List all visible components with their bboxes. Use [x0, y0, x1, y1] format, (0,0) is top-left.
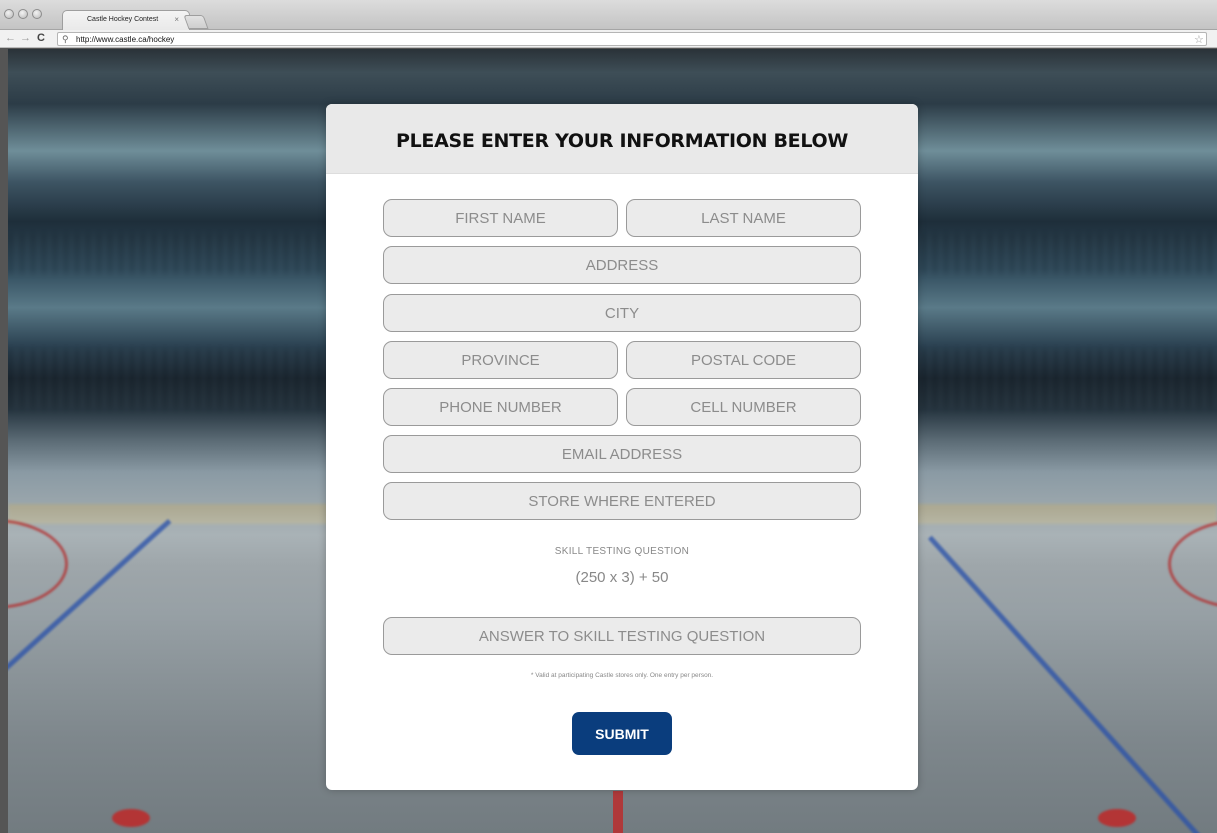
contest-entry-form: PLEASE ENTER YOUR INFORMATION BELOW SKIL… [326, 104, 918, 790]
skill-answer-field[interactable] [383, 617, 861, 655]
center-red-line [613, 791, 623, 833]
faceoff-circle-left [8, 519, 68, 609]
skill-testing-question: (250 x 3) + 50 [575, 569, 669, 586]
browser-window: Castle Hockey Contest × ← → C ⚲ http://w… [0, 0, 1217, 833]
back-arrow-icon[interactable]: ← [5, 32, 16, 45]
close-window-button[interactable] [4, 9, 14, 19]
tab-close-icon[interactable]: × [174, 15, 179, 24]
last-name-field[interactable] [626, 199, 861, 237]
phone-number-field[interactable] [383, 388, 618, 426]
zoom-window-button[interactable] [32, 9, 42, 19]
new-tab-button[interactable] [183, 15, 209, 29]
store-where-entered-field[interactable] [383, 482, 861, 520]
faceoff-dot-left [112, 809, 150, 827]
postal-code-field[interactable] [626, 341, 861, 379]
cell-number-field[interactable] [626, 388, 861, 426]
city-field[interactable] [383, 294, 861, 332]
skill-testing-label: SKILL TESTING QUESTION [554, 546, 690, 557]
email-address-field[interactable] [383, 435, 861, 473]
address-field[interactable] [383, 246, 861, 284]
address-bar[interactable]: ⚲ http://www.castle.ca/hockey ☆ [57, 32, 1207, 46]
form-title: PLEASE ENTER YOUR INFORMATION BELOW [395, 130, 849, 152]
faceoff-dot-right [1098, 809, 1136, 827]
window-controls [4, 9, 42, 19]
browser-titlebar: Castle Hockey Contest × [0, 0, 1217, 30]
first-name-field[interactable] [383, 199, 618, 237]
star-icon[interactable]: ☆ [1194, 33, 1208, 47]
blue-line-right [928, 535, 1213, 833]
reload-icon[interactable]: C [37, 32, 45, 45]
province-field[interactable] [383, 341, 618, 379]
search-icon: ⚲ [62, 34, 69, 44]
minimize-window-button[interactable] [18, 9, 28, 19]
browser-toolbar: ← → C ⚲ http://www.castle.ca/hockey ☆ [0, 30, 1217, 48]
url-text[interactable]: http://www.castle.ca/hockey [76, 34, 174, 45]
form-header: PLEASE ENTER YOUR INFORMATION BELOW [326, 104, 918, 174]
tab-title: Castle Hockey Contest [87, 16, 159, 23]
faceoff-circle-right [1168, 519, 1217, 609]
tab-castle-hockey-contest[interactable]: Castle Hockey Contest × [62, 10, 190, 30]
disclaimer-text: * Valid at participating Castle stores o… [530, 672, 714, 679]
submit-button[interactable]: SUBMIT [572, 712, 672, 755]
forward-arrow-icon[interactable]: → [20, 32, 31, 45]
